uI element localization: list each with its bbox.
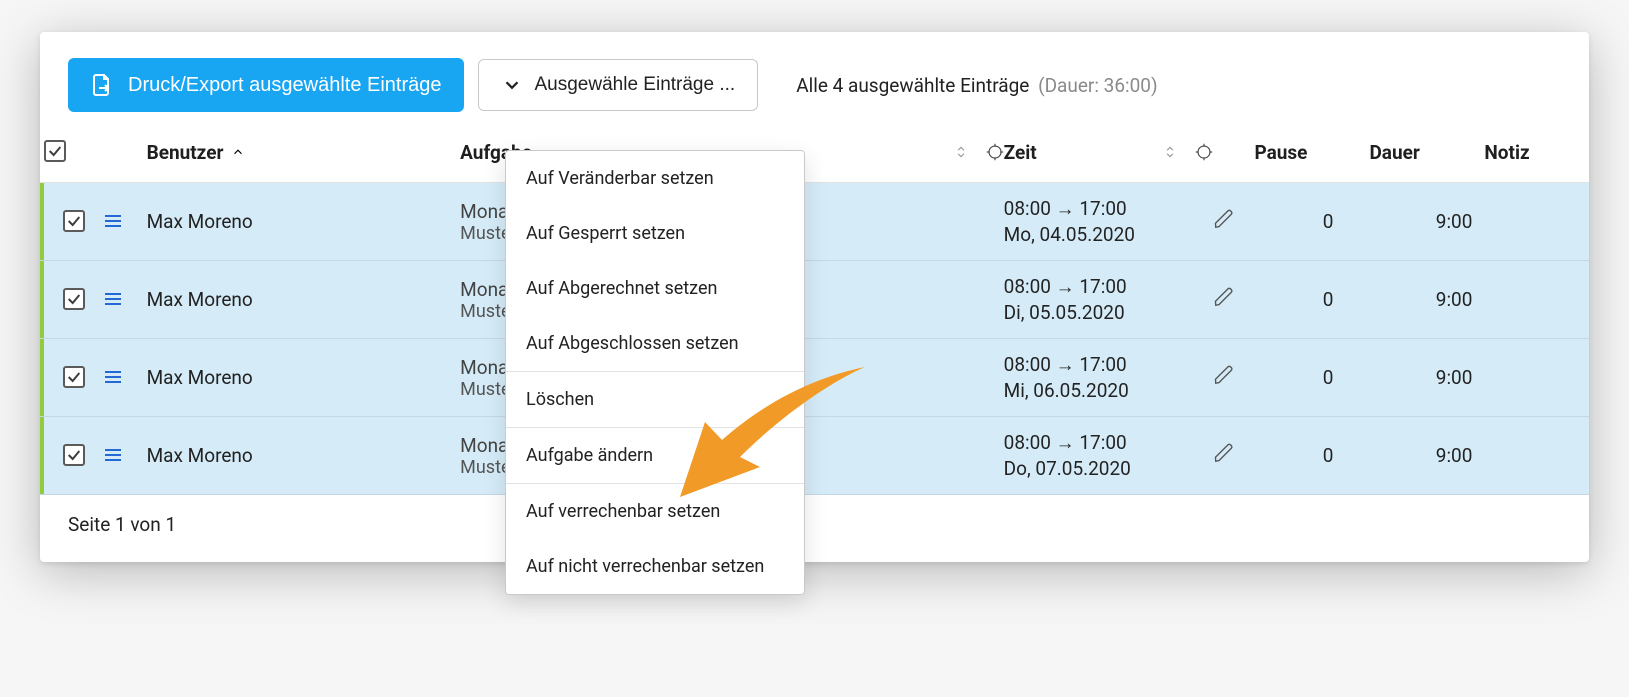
toolbar: Druck/Export ausgewählte Einträge Ausgew… — [40, 32, 1589, 122]
row-checkbox[interactable] — [63, 210, 85, 232]
cell-user: Max Moreno — [147, 183, 461, 261]
table-header-row: Benutzer Aufgabe Zeit — [40, 122, 1589, 183]
summary-duration: (Dauer: 36:00) — [1038, 74, 1158, 97]
col-time-label[interactable]: Zeit — [1004, 141, 1037, 164]
table-row[interactable]: Max Moreno Monatliche Wartung Muster Mar… — [40, 339, 1589, 417]
cell-time: 08:00 → 17:00 Mi, 06.05.2020 — [1004, 339, 1213, 417]
sort-icon[interactable] — [1163, 143, 1177, 161]
menu-set-editable[interactable]: Auf Veränderbar setzen — [506, 151, 804, 206]
menu-set-nonbillable[interactable]: Auf nicht verrechenbar setzen — [506, 539, 804, 594]
menu-set-locked[interactable]: Auf Gesperrt setzen — [506, 206, 804, 261]
cell-user: Max Moreno — [147, 261, 461, 339]
edit-icon[interactable] — [1213, 286, 1235, 308]
table-row[interactable]: Max Moreno Monatliche Wartung Muster Mar… — [40, 417, 1589, 495]
cell-user: Max Moreno — [147, 417, 461, 495]
cell-time: 08:00 → 17:00 Do, 07.05.2020 — [1004, 417, 1213, 495]
selection-summary: Alle 4 ausgewählte Einträge (Dauer: 36:0… — [796, 74, 1157, 97]
cell-pause: 0 — [1254, 417, 1369, 495]
export-button-label: Druck/Export ausgewählte Einträge — [128, 74, 442, 97]
col-user-label[interactable]: Benutzer — [147, 141, 224, 164]
cell-note — [1484, 261, 1589, 339]
cell-duration: 9:00 — [1369, 417, 1484, 495]
cell-note — [1484, 183, 1589, 261]
col-note-label[interactable]: Notiz — [1484, 141, 1529, 164]
table-footer: Seite 1 von 1 — [40, 495, 1589, 562]
menu-set-billable[interactable]: Auf verrechenbar setzen — [506, 483, 804, 539]
menu-delete[interactable]: Löschen — [506, 371, 804, 427]
entries-table: Benutzer Aufgabe Zeit — [40, 122, 1589, 495]
edit-icon[interactable] — [1213, 364, 1235, 386]
sort-icon[interactable] — [954, 143, 968, 161]
cell-user: Max Moreno — [147, 339, 461, 417]
export-button[interactable]: Druck/Export ausgewählte Einträge — [68, 58, 464, 112]
cell-pause: 0 — [1254, 261, 1369, 339]
edit-icon[interactable] — [1213, 442, 1235, 464]
edit-icon[interactable] — [1213, 208, 1235, 230]
bulk-actions-label: Ausgewähle Einträge ... — [535, 74, 736, 96]
row-checkbox[interactable] — [63, 444, 85, 466]
export-icon — [90, 73, 114, 97]
cell-time: 08:00 → 17:00 Mo, 04.05.2020 — [1004, 183, 1213, 261]
drag-handle-icon[interactable] — [105, 368, 121, 389]
cell-pause: 0 — [1254, 339, 1369, 417]
select-all-checkbox[interactable] — [44, 140, 66, 162]
summary-text: Alle 4 ausgewählte Einträge — [796, 74, 1029, 97]
target-icon[interactable] — [1195, 143, 1213, 161]
bulk-actions-menu: Auf Veränderbar setzen Auf Gesperrt setz… — [505, 150, 805, 595]
cell-note — [1484, 339, 1589, 417]
sort-asc-icon — [231, 145, 245, 159]
table-row[interactable]: Max Moreno Monatliche Wartung Muster Mar… — [40, 261, 1589, 339]
cell-duration: 9:00 — [1369, 183, 1484, 261]
row-checkbox[interactable] — [63, 366, 85, 388]
main-panel: Druck/Export ausgewählte Einträge Ausgew… — [40, 32, 1589, 562]
menu-change-task[interactable]: Aufgabe ändern — [506, 427, 804, 483]
menu-set-billed[interactable]: Auf Abgerechnet setzen — [506, 261, 804, 316]
chevron-down-icon — [501, 74, 523, 96]
cell-duration: 9:00 — [1369, 261, 1484, 339]
row-checkbox[interactable] — [63, 288, 85, 310]
cell-time: 08:00 → 17:00 Di, 05.05.2020 — [1004, 261, 1213, 339]
target-icon[interactable] — [986, 143, 1004, 161]
table-row[interactable]: Max Moreno Monatliche Wartung Muster Mar… — [40, 183, 1589, 261]
cell-pause: 0 — [1254, 183, 1369, 261]
bulk-actions-button[interactable]: Ausgewähle Einträge ... — [478, 59, 759, 111]
cell-duration: 9:00 — [1369, 339, 1484, 417]
page-indicator: Seite 1 von 1 — [68, 513, 176, 536]
menu-set-completed[interactable]: Auf Abgeschlossen setzen — [506, 316, 804, 371]
drag-handle-icon[interactable] — [105, 212, 121, 233]
cell-note — [1484, 417, 1589, 495]
col-pause-label[interactable]: Pause — [1254, 141, 1307, 164]
drag-handle-icon[interactable] — [105, 446, 121, 467]
drag-handle-icon[interactable] — [105, 290, 121, 311]
col-duration-label[interactable]: Dauer — [1369, 141, 1419, 164]
